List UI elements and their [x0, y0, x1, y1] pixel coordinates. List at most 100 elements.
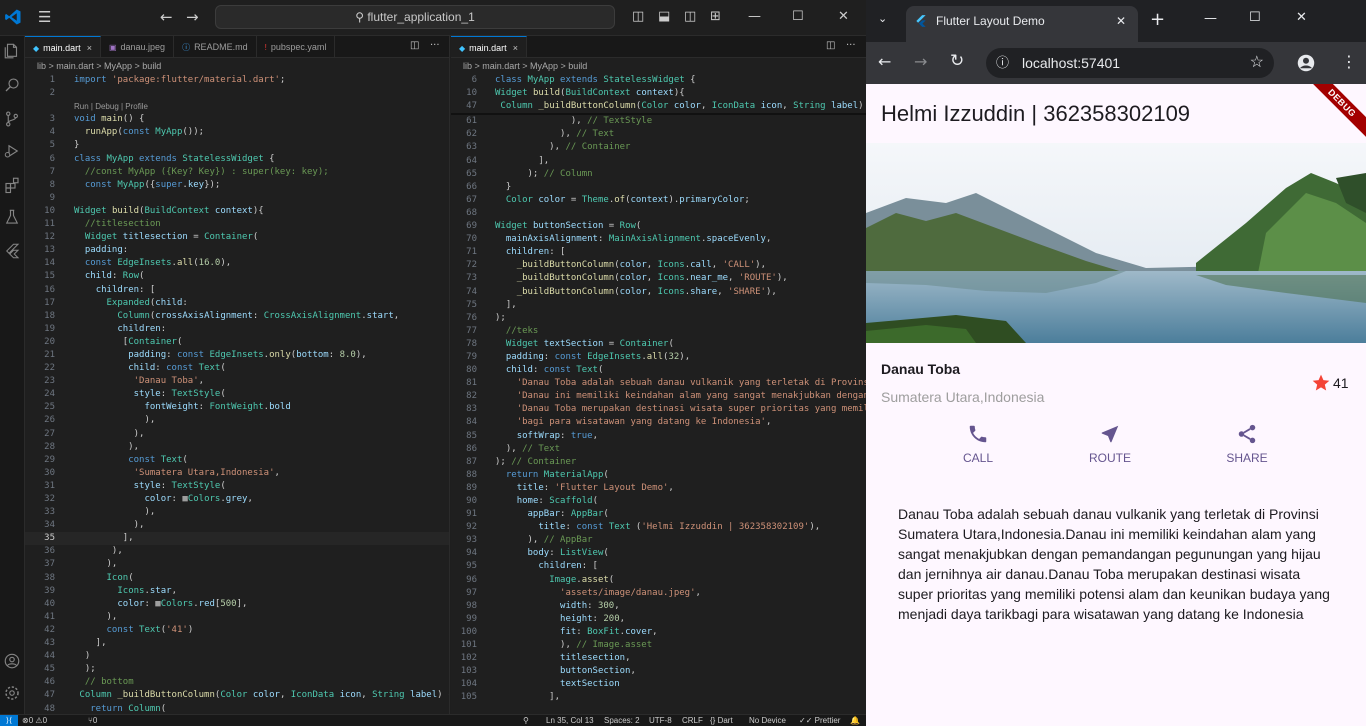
code-line[interactable]: 77 //teks — [451, 325, 866, 338]
code-line[interactable]: 44 ) — [25, 650, 449, 663]
minimize-icon[interactable]: — — [748, 9, 761, 25]
notifications-icon[interactable]: 🔔 — [850, 715, 860, 726]
code-line[interactable]: 1 import 'package:flutter/material.dart'; — [25, 74, 449, 87]
browser-tab[interactable]: Flutter Layout Demo ✕ — [906, 6, 1138, 42]
code-line[interactable]: 83 'Danau Toba merupakan destinasi wisat… — [451, 403, 866, 416]
code-line[interactable]: 33 ), — [25, 506, 449, 519]
route-button[interactable]: ROUTE — [1065, 415, 1155, 465]
code-line[interactable]: 97 'assets/image/danau.jpeg', — [451, 587, 866, 600]
share-button[interactable]: SHARE — [1202, 415, 1292, 465]
zoom-icon[interactable]: ⚲ — [523, 715, 529, 726]
tab-close-icon[interactable]: ✕ — [1116, 6, 1126, 36]
code-line[interactable]: 61 ), // TextStyle — [451, 115, 866, 128]
code-line[interactable]: 94 body: ListView( — [451, 547, 866, 560]
code-line[interactable]: 10 Widget build(BuildContext context){ — [25, 205, 449, 218]
editor-tab[interactable]: ◆ main.dart × — [25, 36, 101, 57]
code-line[interactable]: 100 fit: BoxFit.cover, — [451, 626, 866, 639]
code-line[interactable]: 84 'bagi para wisatawan yang datang ke I… — [451, 416, 866, 429]
code-line[interactable]: 3 void main() { — [25, 113, 449, 126]
code-line[interactable]: 21 padding: const EdgeInsets.only(bottom… — [25, 349, 449, 362]
code-line[interactable]: 78 Widget textSection = Container( — [451, 338, 866, 351]
maximize-icon[interactable]: ☐ — [1249, 10, 1261, 25]
ports-count[interactable]: ⑂0 — [88, 715, 97, 726]
code-line[interactable]: 79 padding: const EdgeInsets.all(32), — [451, 351, 866, 364]
code-line[interactable]: 40 color: ■Colors.red[500], — [25, 598, 449, 611]
more-actions-icon[interactable]: ··· — [846, 40, 856, 51]
code-line[interactable]: 43 ], — [25, 637, 449, 650]
code-line[interactable]: 12 Widget titlesection = Container( — [25, 231, 449, 244]
editor-tab[interactable]: ! pubspec.yaml — [257, 36, 336, 57]
code-line[interactable]: 99 height: 200, — [451, 613, 866, 626]
explorer-icon[interactable] — [3, 42, 21, 60]
code-line[interactable]: 105 ], — [451, 691, 866, 704]
code-line[interactable]: 76); — [451, 312, 866, 325]
code-line[interactable]: 75 ], — [451, 299, 866, 312]
line-ending[interactable]: CRLF — [682, 715, 703, 726]
search-icon[interactable] — [3, 76, 21, 94]
code-line[interactable]: 86 ), // Text — [451, 443, 866, 456]
code-line[interactable]: 24 style: TextStyle( — [25, 388, 449, 401]
code-line[interactable]: 32 color: ■Colors.grey, — [25, 493, 449, 506]
code-line[interactable]: 14 const EdgeInsets.all(16.0), — [25, 257, 449, 270]
code-line[interactable]: 41 ), — [25, 611, 449, 624]
chrome-menu-icon[interactable]: ⋮ — [1341, 52, 1357, 71]
toggle-secondary-sidebar-icon[interactable]: ◫ — [684, 8, 696, 26]
code-line[interactable]: 102 titlesection, — [451, 652, 866, 665]
close-icon[interactable]: ✕ — [838, 9, 849, 25]
code-line[interactable]: 47 Column _buildButtonColumn(Color color… — [25, 689, 449, 702]
new-tab-icon[interactable]: + — [1150, 9, 1165, 30]
code-line[interactable]: 46 // bottom — [25, 676, 449, 689]
code-line[interactable]: 17 Expanded(child: — [25, 297, 449, 310]
breadcrumb[interactable]: lib > main.dart > MyApp > build — [451, 58, 866, 74]
code-line[interactable]: 98 width: 300, — [451, 600, 866, 613]
code-line[interactable]: 31 style: TextStyle( — [25, 480, 449, 493]
code-line[interactable]: 71 children: [ — [451, 246, 866, 259]
code-line[interactable]: 25 fontWeight: FontWeight.bold — [25, 401, 449, 414]
testing-icon[interactable] — [3, 208, 21, 226]
code-line[interactable]: 2 — [25, 87, 449, 100]
code-line[interactable]: 11 //titlesection — [25, 218, 449, 231]
codelens[interactable]: Run | Debug | Profile — [74, 100, 148, 113]
code-line[interactable]: 39 Icons.star, — [25, 585, 449, 598]
code-line[interactable]: 34 ), — [25, 519, 449, 532]
code-line[interactable]: 96 Image.asset( — [451, 574, 866, 587]
code-line[interactable]: 22 child: const Text( — [25, 362, 449, 375]
code-line[interactable]: 67 Color color = Theme.of(context).prima… — [451, 194, 866, 207]
indentation[interactable]: Spaces: 2 — [604, 715, 640, 726]
sticky-scroll-line[interactable]: 10 Widget build(BuildContext context){ — [451, 87, 866, 101]
code-line[interactable]: 26 ), — [25, 414, 449, 427]
tab-search-icon[interactable]: ⌄ — [878, 12, 887, 25]
code-line[interactable]: 4 runApp(const MyApp()); — [25, 126, 449, 139]
code-line[interactable]: 90 home: Scaffold( — [451, 495, 866, 508]
code-line[interactable]: 30 'Sumatera Utara,Indonesia', — [25, 467, 449, 480]
call-button[interactable]: CALL — [933, 415, 1023, 465]
extensions-icon[interactable] — [3, 176, 21, 194]
sticky-scroll-line[interactable]: 6 class MyApp extends StatelessWidget { — [451, 74, 866, 88]
code-line[interactable]: 18 Column(crossAxisAlignment: CrossAxisA… — [25, 310, 449, 323]
code-line[interactable]: 16 children: [ — [25, 284, 449, 297]
split-editor-icon[interactable]: ◫ — [826, 40, 835, 51]
code-line[interactable]: 20 [Container( — [25, 336, 449, 349]
encoding[interactable]: UTF-8 — [649, 715, 672, 726]
code-line[interactable]: 7 //const MyApp ({Key? Key}) : super(key… — [25, 166, 449, 179]
sticky-scroll-line[interactable]: 47 Column _buildButtonColumn(Color color… — [451, 100, 866, 114]
code-line[interactable]: 45 ); — [25, 663, 449, 676]
code-line[interactable]: 89 title: 'Flutter Layout Demo', — [451, 482, 866, 495]
code-line[interactable]: 95 children: [ — [451, 560, 866, 573]
code-editor-left[interactable]: 1 import 'package:flutter/material.dart';… — [25, 74, 449, 714]
code-line[interactable]: 72 _buildButtonColumn(color, Icons.call,… — [451, 259, 866, 272]
remote-indicator-icon[interactable]: ⟩⟨ — [0, 715, 18, 726]
code-line[interactable]: 28 ), — [25, 441, 449, 454]
code-line[interactable]: 13 padding: — [25, 244, 449, 257]
device-selector[interactable]: No Device — [749, 715, 786, 726]
cursor-position[interactable]: Ln 35, Col 13 — [546, 715, 594, 726]
prettier-status[interactable]: ✓✓ Prettier — [799, 715, 840, 726]
code-line[interactable]: 35 ], — [25, 532, 449, 545]
customize-layout-icon[interactable]: ⊞ — [710, 8, 721, 26]
minimize-icon[interactable]: — — [1204, 11, 1217, 26]
forward-arrow-icon[interactable]: → — [186, 8, 199, 26]
code-line[interactable]: 91 appBar: AppBar( — [451, 508, 866, 521]
code-line[interactable]: 27 ), — [25, 428, 449, 441]
code-line[interactable]: 82 'Danau ini memiliki keindahan alam ya… — [451, 390, 866, 403]
code-line[interactable]: 88 return MaterialApp( — [451, 469, 866, 482]
